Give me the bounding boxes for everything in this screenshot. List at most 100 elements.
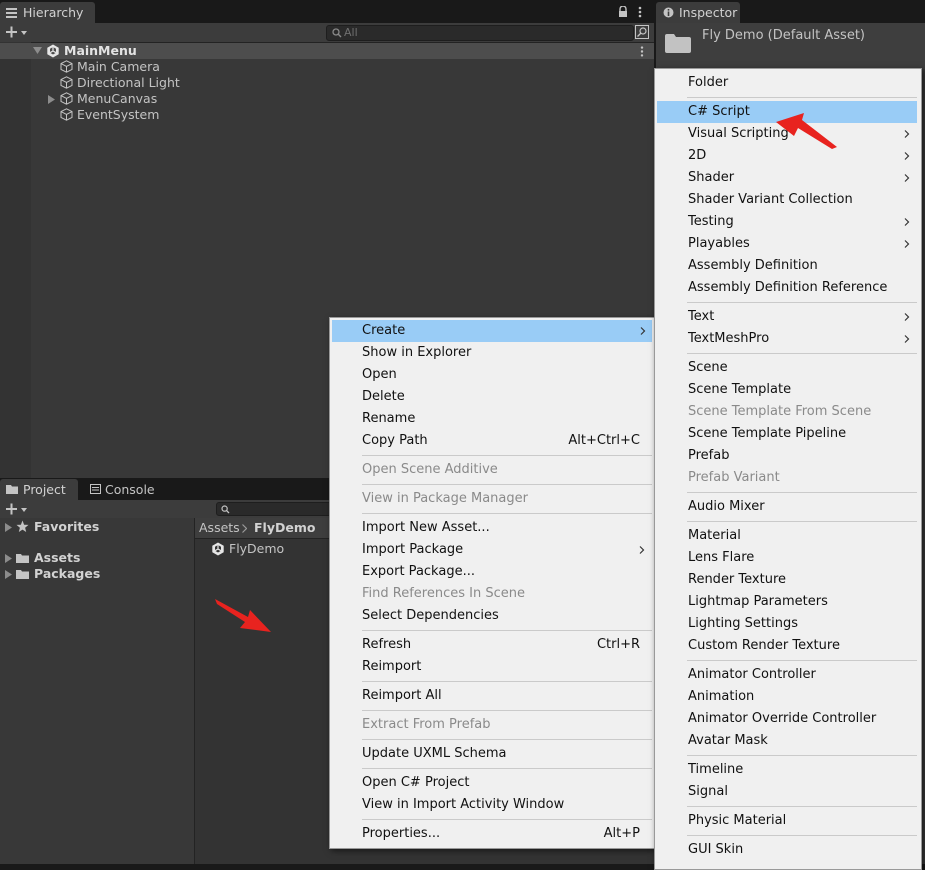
menu-item-prefab[interactable]: Prefab <box>655 445 921 467</box>
menu-item-label: Reimport <box>362 659 422 674</box>
menu-item-timeline[interactable]: Timeline <box>655 759 921 781</box>
inspector-title: Fly Demo (Default Asset) <box>702 28 865 43</box>
menu-item-label: Import Package <box>362 542 464 557</box>
menu-item-scene-template-from-scene: Scene Template From Scene <box>655 401 921 423</box>
menu-item-import-package[interactable]: Import Package <box>330 539 654 561</box>
hierarchy-item[interactable]: Main Camera <box>60 59 360 75</box>
tab-inspector[interactable]: Inspector <box>656 2 740 23</box>
menu-item-export-package[interactable]: Export Package... <box>330 561 654 583</box>
menu-item-show-in-explorer[interactable]: Show in Explorer <box>330 342 654 364</box>
menu-item-view-import-activity[interactable]: View in Import Activity Window <box>330 794 654 816</box>
menu-item-avatar-mask[interactable]: Avatar Mask <box>655 730 921 752</box>
menu-item-reimport-all[interactable]: Reimport All <box>330 685 654 707</box>
menu-item-animation[interactable]: Animation <box>655 686 921 708</box>
menu-item-lens-flare[interactable]: Lens Flare <box>655 547 921 569</box>
assets-row[interactable]: Assets <box>0 550 190 566</box>
menu-item-scene-template[interactable]: Scene Template <box>655 379 921 401</box>
menu-item-import-new-asset[interactable]: Import New Asset... <box>330 517 654 539</box>
menu-item-audio-mixer[interactable]: Audio Mixer <box>655 496 921 518</box>
menu-item-label: Lightmap Parameters <box>688 594 828 609</box>
menu-item-folder[interactable]: Folder <box>655 72 921 94</box>
menu-item-label: Prefab <box>688 448 730 463</box>
add-icon[interactable] <box>6 26 28 39</box>
menu-item-assembly-definition[interactable]: Assembly Definition <box>655 255 921 277</box>
menu-item-custom-render-texture[interactable]: Custom Render Texture <box>655 635 921 657</box>
more-options-icon[interactable] <box>638 6 642 18</box>
hierarchy-item[interactable]: EventSystem <box>60 107 360 123</box>
gameobject-cube-icon <box>60 76 73 89</box>
foldout-collapsed-icon[interactable] <box>5 570 12 579</box>
menu-item-lightmap-parameters[interactable]: Lightmap Parameters <box>655 591 921 613</box>
menu-item-label: Visual Scripting <box>688 126 789 141</box>
favorites-row[interactable]: Favorites <box>0 519 190 535</box>
menu-item-animator-override-controller[interactable]: Animator Override Controller <box>655 708 921 730</box>
menu-item-scene-template-pipeline[interactable]: Scene Template Pipeline <box>655 423 921 445</box>
foldout-collapsed-icon[interactable] <box>5 554 12 563</box>
lock-icon[interactable] <box>618 6 628 18</box>
breadcrumb-flydemo[interactable]: FlyDemo <box>254 518 315 538</box>
scene-row-mainmenu[interactable]: MainMenu <box>0 43 654 59</box>
add-asset-icon[interactable] <box>6 503 28 516</box>
breadcrumb-assets[interactable]: Assets <box>199 518 240 538</box>
submenu-arrow-icon <box>903 123 911 145</box>
menu-item-open-csharp-project[interactable]: Open C# Project <box>330 772 654 794</box>
menu-item-assembly-definition-reference[interactable]: Assembly Definition Reference <box>655 277 921 299</box>
menu-item-select-dependencies[interactable]: Select Dependencies <box>330 605 654 627</box>
menu-item-shader[interactable]: Shader <box>655 167 921 189</box>
tab-project[interactable]: Project <box>0 479 78 500</box>
menu-item-open[interactable]: Open <box>330 364 654 386</box>
menu-item-material[interactable]: Material <box>655 525 921 547</box>
menu-item-copy-path[interactable]: Copy Path Alt+Ctrl+C <box>330 430 654 452</box>
project-search-input[interactable] <box>216 502 338 516</box>
gameobject-cube-icon <box>60 108 73 121</box>
hierarchy-item[interactable]: MenuCanvas <box>46 91 346 107</box>
menu-item-signal[interactable]: Signal <box>655 781 921 803</box>
menu-item-playables[interactable]: Playables <box>655 233 921 255</box>
menu-item-scene[interactable]: Scene <box>655 357 921 379</box>
foldout-expanded-icon[interactable] <box>33 47 42 55</box>
search-icon <box>332 28 342 38</box>
menu-item-update-uxml-schema[interactable]: Update UXML Schema <box>330 743 654 765</box>
foldout-collapsed-icon[interactable] <box>48 95 55 104</box>
menu-item-create[interactable]: Create <box>332 320 652 342</box>
menu-item-lighting-settings[interactable]: Lighting Settings <box>655 613 921 635</box>
menu-item-label: View in Package Manager <box>362 491 528 506</box>
menu-item-testing[interactable]: Testing <box>655 211 921 233</box>
menu-separator <box>687 302 917 303</box>
menu-separator <box>687 492 917 493</box>
menu-item-text[interactable]: Text <box>655 306 921 328</box>
menu-item-textmeshpro[interactable]: TextMeshPro <box>655 328 921 350</box>
tab-hierarchy[interactable]: Hierarchy <box>0 2 95 23</box>
menu-item-rename[interactable]: Rename <box>330 408 654 430</box>
foldout-collapsed-icon[interactable] <box>5 523 12 532</box>
menu-item-render-texture[interactable]: Render Texture <box>655 569 921 591</box>
folder-small-icon <box>6 484 18 494</box>
menu-item-gui-skin[interactable]: GUI Skin <box>655 839 921 861</box>
menu-item-shortcut: Ctrl+R <box>596 637 640 652</box>
menu-item-reimport[interactable]: Reimport <box>330 656 654 678</box>
menu-item-properties[interactable]: Properties... Alt+P <box>330 823 654 845</box>
menu-item-refresh[interactable]: Refresh Ctrl+R <box>330 634 654 656</box>
packages-row[interactable]: Packages <box>0 566 190 582</box>
menu-item-shader-variant-collection[interactable]: Shader Variant Collection <box>655 189 921 211</box>
menu-item-physic-material[interactable]: Physic Material <box>655 810 921 832</box>
tab-inspector-label: Inspector <box>679 5 738 20</box>
hierarchy-search-input[interactable]: All <box>326 25 634 41</box>
menu-separator <box>362 739 652 740</box>
menu-item-delete[interactable]: Delete <box>330 386 654 408</box>
menu-item-animator-controller[interactable]: Animator Controller <box>655 664 921 686</box>
menu-item-label: Import New Asset... <box>362 520 490 535</box>
menu-item-label: Delete <box>362 389 405 404</box>
menu-item-open-scene-additive: Open Scene Additive <box>330 459 654 481</box>
annotation-arrow <box>215 599 271 632</box>
menu-item-label: Playables <box>688 236 750 251</box>
menu-item-label: Shader <box>688 170 735 185</box>
menu-separator <box>362 484 652 485</box>
hierarchy-item[interactable]: Directional Light <box>60 75 360 91</box>
breadcrumb-chevron-icon <box>242 524 247 533</box>
scene-search-toggle-icon[interactable] <box>635 25 649 39</box>
menu-item-view-in-package-manager: View in Package Manager <box>330 488 654 510</box>
menu-item-label: Lens Flare <box>688 550 755 565</box>
scene-more-icon[interactable] <box>640 46 644 57</box>
tab-console[interactable]: Console <box>80 479 160 500</box>
